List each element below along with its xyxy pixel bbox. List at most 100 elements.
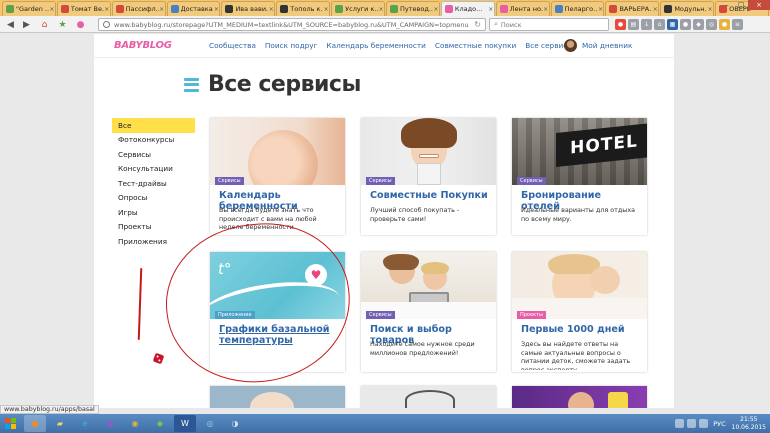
browser-tab[interactable]: ВАРЬЕРА... × — [605, 1, 660, 16]
minimize-icon[interactable]: – — [720, 0, 734, 10]
category-item-all[interactable]: Все — [112, 118, 195, 133]
chat-icon[interactable]: ● — [680, 19, 691, 30]
card-description: Здесь вы найдете ответы на самые актуаль… — [521, 340, 631, 370]
browser-tab[interactable]: "Garden ... × — [2, 1, 56, 16]
clock[interactable]: 21:55 10.06.2015 — [732, 416, 766, 431]
reload-icon[interactable]: ↻ — [474, 20, 481, 29]
service-card[interactable]: Сервисы Совместные Покупки Лучший способ… — [361, 118, 496, 235]
ie-icon[interactable]: e — [74, 415, 96, 432]
tray-volume-icon[interactable] — [699, 419, 709, 428]
browser-search-box[interactable]: ⌕ — [489, 18, 609, 31]
tab-favicon-icon — [225, 5, 234, 13]
app-icon[interactable]: ◆ — [149, 415, 171, 432]
browser-tab[interactable]: Пассифл... × — [111, 1, 166, 16]
extension2-icon[interactable]: ◆ — [693, 19, 704, 30]
tab-close-icon[interactable]: × — [707, 6, 713, 13]
card-image — [210, 118, 345, 185]
top-navigation: Сообщества Поиск подруг Календарь береме… — [209, 41, 582, 50]
category-item-services[interactable]: Сервисы — [112, 147, 195, 162]
nav-link-joint-purchases[interactable]: Совместные покупки — [435, 41, 516, 50]
adblock-icon[interactable]: ● — [615, 19, 626, 30]
search-input[interactable] — [500, 20, 596, 29]
app2-icon[interactable]: ◎ — [199, 415, 221, 432]
dice-icon — [152, 352, 165, 365]
tab-close-icon[interactable]: × — [597, 6, 603, 13]
tab-close-icon[interactable]: × — [159, 6, 165, 13]
maximize-icon[interactable]: □ — [734, 0, 748, 10]
nav-link-find-friends[interactable]: Поиск подруг — [265, 41, 318, 50]
chrome-icon[interactable]: ◉ — [124, 415, 146, 432]
browser-tab[interactable]: Тополь к... × — [276, 1, 331, 16]
firefox-icon[interactable]: ● — [24, 415, 46, 432]
word-icon[interactable]: W — [174, 415, 196, 432]
tab-favicon-icon — [60, 5, 69, 13]
search-icon: ⌕ — [494, 20, 498, 28]
browser-tab-active[interactable]: Кладо... × — [440, 1, 495, 16]
download-icon[interactable]: ↓ — [641, 19, 652, 30]
service-card[interactable]: Проекты Первые 1000 дней Здесь вы найдет… — [512, 252, 647, 372]
tab-close-icon[interactable]: × — [488, 6, 494, 13]
my-diary-link[interactable]: Мой дневник — [582, 41, 632, 50]
tab-close-icon[interactable]: × — [323, 6, 329, 13]
tab-close-icon[interactable]: × — [543, 6, 549, 13]
app3-icon[interactable]: ◑ — [224, 415, 246, 432]
site-logo[interactable]: BABYBLOG — [114, 40, 172, 51]
browser-tab[interactable]: Модульн... × — [660, 1, 715, 16]
service-card[interactable] — [361, 386, 496, 408]
service-card[interactable] — [210, 386, 345, 408]
nav-link-pregnancy-calendar[interactable]: Календарь беременности — [326, 41, 425, 50]
tab-close-icon[interactable]: × — [652, 6, 658, 13]
window-close-icon[interactable]: × — [748, 0, 770, 10]
extension-icon[interactable]: ▦ — [667, 19, 678, 30]
browser-tab[interactable]: Пеларго... × — [550, 1, 605, 16]
service-card[interactable]: HOTEL Сервисы Бронирование отелей Идеаль… — [512, 118, 647, 235]
category-item-polls[interactable]: Опросы — [112, 191, 195, 206]
page-icon[interactable]: ▤ — [628, 19, 639, 30]
avatar[interactable] — [564, 39, 577, 52]
start-button[interactable] — [2, 415, 20, 432]
tray-flag-icon[interactable] — [675, 419, 685, 428]
service-card[interactable]: Сервисы Календарь беременности Вы всегда… — [210, 118, 345, 235]
category-item-projects[interactable]: Проекты — [112, 220, 195, 235]
folder-icon[interactable]: ▰ — [49, 415, 71, 432]
browser-tab[interactable]: Путевод... × — [386, 1, 440, 16]
service-card[interactable]: Сервисы Поиск и выбор товаров Находите с… — [361, 252, 496, 372]
notification-icon[interactable]: ● — [719, 19, 730, 30]
bookmark-icon[interactable]: ★ — [56, 18, 69, 31]
category-item-consultations[interactable]: Консультации — [112, 162, 195, 177]
address-bar[interactable]: www.babyblog.ru/storepage?UTM_MEDIUM=tex… — [98, 18, 486, 31]
service-card[interactable] — [512, 386, 647, 408]
tab-close-icon[interactable]: × — [49, 6, 55, 13]
category-item-test-drives[interactable]: Тест-драйвы — [112, 176, 195, 191]
forward-arrow-icon[interactable]: ▶ — [20, 18, 33, 31]
home-icon[interactable]: ⌂ — [38, 18, 51, 31]
browser-tab[interactable]: Томат Ве...× — [56, 1, 111, 16]
back-arrow-icon[interactable]: ◀ — [4, 18, 17, 31]
card-title[interactable]: Первые 1000 дней — [521, 324, 643, 335]
globe2-icon[interactable]: ◎ — [706, 19, 717, 30]
category-item-games[interactable]: Игры — [112, 205, 195, 220]
language-indicator[interactable]: РУС — [713, 420, 725, 428]
category-item-apps[interactable]: Приложения — [112, 234, 195, 249]
hamburger-icon[interactable] — [184, 77, 199, 92]
tab-close-icon[interactable]: × — [268, 6, 274, 13]
card-description: Лучший способ покупать - проверьте сами! — [370, 206, 460, 223]
menu-icon[interactable]: ≡ — [732, 19, 743, 30]
tray-network-icon[interactable] — [687, 419, 697, 428]
category-item-photo-contests[interactable]: Фотоконкурсы — [112, 133, 195, 148]
card-title[interactable]: Совместные Покупки — [370, 190, 492, 201]
home-toolbar-icon[interactable]: ⌂ — [654, 19, 665, 30]
tab-close-icon[interactable]: × — [104, 6, 110, 13]
nav-link-communities[interactable]: Сообщества — [209, 41, 256, 50]
browser-tab[interactable]: Лента но...× — [495, 1, 550, 16]
tab-close-icon[interactable]: × — [378, 6, 384, 13]
card-image: HOTEL — [512, 118, 647, 185]
tab-close-icon[interactable]: × — [213, 6, 219, 13]
viber-icon[interactable]: ● — [99, 415, 121, 432]
card-image — [512, 252, 647, 319]
browser-tab[interactable]: Услуги к... × — [331, 1, 386, 16]
site-shortcut-icon[interactable]: ● — [74, 18, 87, 31]
tab-close-icon[interactable]: × — [433, 6, 439, 13]
browser-tab[interactable]: Доставка...× — [166, 1, 221, 16]
browser-tab[interactable]: Ива вави...× — [221, 1, 276, 16]
